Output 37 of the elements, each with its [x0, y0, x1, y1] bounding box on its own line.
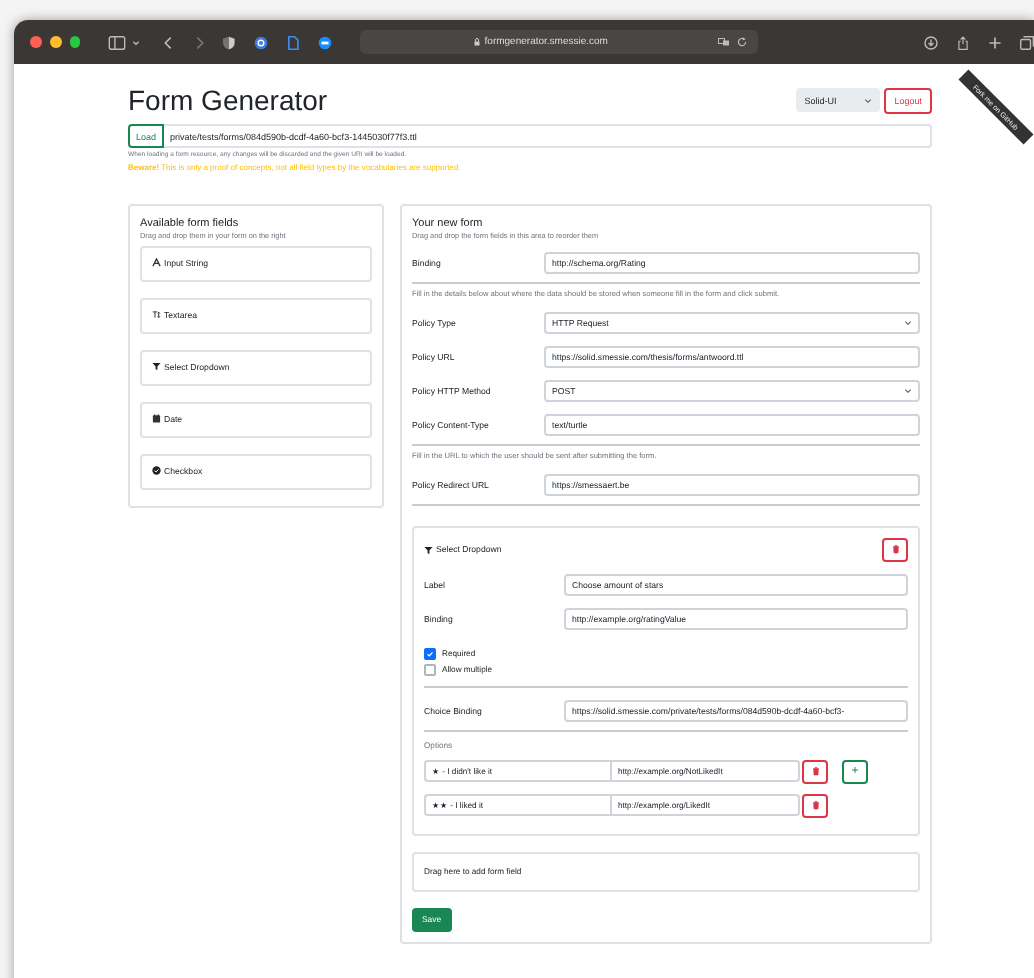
chevron-down-icon	[904, 387, 912, 394]
delete-button[interactable]	[882, 537, 908, 562]
shield-icon[interactable]	[222, 35, 237, 49]
chevron-down-icon[interactable]	[132, 39, 141, 45]
checkbox[interactable]	[424, 647, 436, 660]
plus-icon[interactable]	[988, 35, 1002, 49]
forward-icon[interactable]	[196, 35, 205, 49]
trash-icon	[811, 766, 819, 777]
delete-button[interactable]	[802, 793, 828, 818]
sidebar-icon[interactable]	[108, 35, 127, 49]
checkbox[interactable]	[424, 663, 436, 676]
tabs-icon[interactable]	[1020, 35, 1034, 49]
calendar-icon	[152, 414, 161, 424]
extension-icon[interactable]	[318, 35, 333, 49]
filter-icon	[424, 545, 433, 554]
page-title: Form Generator	[128, 84, 330, 116]
maximize-icon[interactable]	[69, 36, 81, 48]
chevron-down-icon	[864, 97, 873, 103]
translate-icon[interactable]	[718, 36, 731, 48]
reload-icon[interactable]	[736, 36, 749, 48]
text-icon	[152, 258, 161, 268]
close-icon[interactable]	[30, 36, 42, 48]
check-circle-icon	[152, 466, 161, 476]
checkmark-icon	[426, 649, 434, 658]
back-icon[interactable]	[164, 35, 173, 49]
chevron-down-icon	[904, 319, 912, 326]
delete-button[interactable]	[802, 759, 828, 784]
filter-icon	[152, 362, 161, 372]
download-icon[interactable]	[924, 35, 938, 49]
minimize-icon[interactable]	[49, 36, 61, 48]
text-size-icon	[152, 310, 161, 320]
trash-icon	[891, 544, 899, 555]
document-icon[interactable]	[286, 35, 301, 49]
extension-icon[interactable]	[254, 35, 269, 49]
lock-icon	[474, 38, 481, 46]
trash-icon	[811, 800, 819, 811]
share-icon[interactable]	[956, 35, 970, 49]
